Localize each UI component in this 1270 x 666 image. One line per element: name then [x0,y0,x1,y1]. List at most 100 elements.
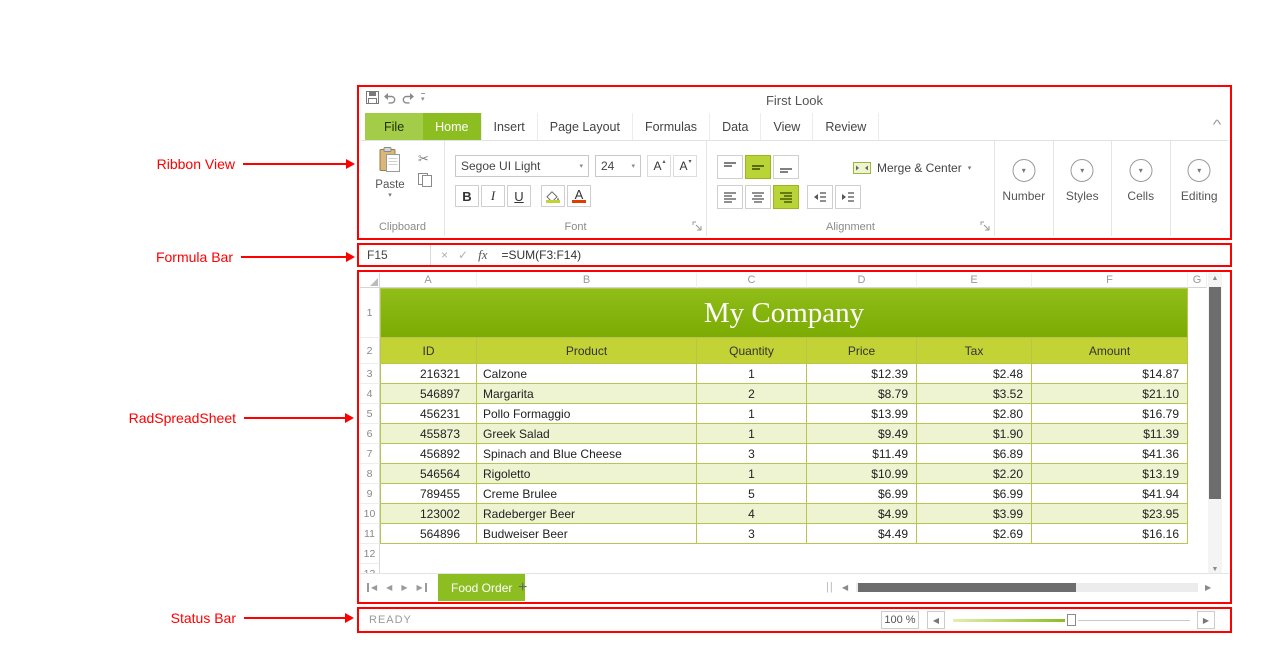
data-cell[interactable]: $12.39 [807,364,917,384]
enter-entry-icon[interactable]: ✓ [458,248,468,262]
alignment-dialog-launcher-icon[interactable] [980,221,990,231]
header-cell-amount[interactable]: Amount [1032,338,1188,364]
row-header-11[interactable]: 11 [360,524,380,544]
fill-color-button[interactable] [541,185,565,207]
column-header-f[interactable]: F [1032,273,1188,288]
next-sheet-icon[interactable]: ▶ [401,583,407,592]
font-color-button[interactable]: A [567,185,591,207]
data-cell[interactable]: $41.94 [1032,484,1188,504]
previous-sheet-icon[interactable]: ◀ [386,583,392,592]
data-cell[interactable]: $6.99 [917,484,1032,504]
data-cell[interactable]: 456231 [380,404,477,424]
zoom-slider-track-empty[interactable] [1078,620,1190,621]
row-header-7[interactable]: 7 [360,444,380,464]
scroll-left-icon[interactable]: ◀ [842,583,848,592]
data-cell[interactable]: 546564 [380,464,477,484]
data-cell[interactable]: 123002 [380,504,477,524]
font-family-combobox[interactable]: Segoe UI Light ▾ [455,155,589,177]
data-cell[interactable]: 1 [697,404,807,424]
splitter-grip-icon[interactable]: || [826,581,834,593]
cut-icon[interactable]: ✂ [418,151,429,167]
first-sheet-icon[interactable]: ◀ [367,583,377,592]
company-title-cell[interactable]: My Company [380,288,1188,338]
zoom-slider-track-filled[interactable] [953,619,1065,622]
decrease-indent-button[interactable] [807,185,833,209]
name-box[interactable]: F15 [359,245,431,265]
column-header-e[interactable]: E [917,273,1032,288]
tab-file[interactable]: File [365,113,423,140]
header-cell-quantity[interactable]: Quantity [697,338,807,364]
zoom-in-button[interactable]: ▶ [1197,611,1215,629]
row-header-9[interactable]: 9 [360,484,380,504]
data-cell[interactable]: Pollo Formaggio [477,404,697,424]
tab-data[interactable]: Data [710,113,761,140]
data-cell[interactable]: $13.99 [807,404,917,424]
collapsed-group-dropdown-icon[interactable]: ▾ [1129,159,1152,182]
data-cell[interactable]: Radeberger Beer [477,504,697,524]
data-cell[interactable]: 3 [697,444,807,464]
column-header-b[interactable]: B [477,273,697,288]
scroll-up-icon[interactable]: ▲ [1208,275,1222,282]
row-header-6[interactable]: 6 [360,424,380,444]
scroll-down-icon[interactable]: ▼ [1208,566,1222,573]
data-cell[interactable]: Calzone [477,364,697,384]
row-header-10[interactable]: 10 [360,504,380,524]
header-cell-product[interactable]: Product [477,338,697,364]
data-cell[interactable]: $41.36 [1032,444,1188,464]
data-cell[interactable]: Greek Salad [477,424,697,444]
shrink-font-button[interactable]: A▾ [673,155,697,177]
data-cell[interactable]: Spinach and Blue Cheese [477,444,697,464]
data-cell[interactable]: $6.89 [917,444,1032,464]
font-dialog-launcher-icon[interactable] [692,221,702,231]
column-header-g[interactable]: G [1188,273,1207,288]
sheet-tab-food-order[interactable]: Food Order [438,574,525,601]
vertical-scrollbar[interactable]: ▲ ▼ [1208,273,1222,575]
column-header-d[interactable]: D [807,273,917,288]
data-cell[interactable]: 1 [697,424,807,444]
horizontal-scrollbar[interactable] [856,583,1198,592]
bold-button[interactable]: B [455,185,479,207]
grow-font-button[interactable]: A▴ [647,155,671,177]
align-middle-button[interactable] [745,155,771,179]
data-cell[interactable]: 455873 [380,424,477,444]
last-sheet-icon[interactable]: ▶ [416,583,426,592]
italic-button[interactable]: I [481,185,505,207]
data-cell[interactable]: $16.79 [1032,404,1188,424]
scroll-right-icon[interactable]: ▶ [1205,583,1211,592]
row-header-1[interactable]: 1 [360,288,380,338]
data-cell[interactable]: $2.80 [917,404,1032,424]
tab-page-layout[interactable]: Page Layout [538,113,633,140]
zoom-out-button[interactable]: ◀ [927,611,945,629]
data-cell[interactable]: $14.87 [1032,364,1188,384]
row-header-2[interactable]: 2 [360,338,380,364]
data-cell[interactable]: $16.16 [1032,524,1188,544]
data-cell[interactable]: $1.90 [917,424,1032,444]
data-cell[interactable]: 216321 [380,364,477,384]
row-header-4[interactable]: 4 [360,384,380,404]
add-sheet-button[interactable]: + [518,574,527,601]
formula-input[interactable]: =SUM(F3:F14) [501,248,581,262]
data-cell[interactable]: 789455 [380,484,477,504]
row-header-5[interactable]: 5 [360,404,380,424]
column-header-a[interactable]: A [380,273,477,288]
copy-icon[interactable] [418,173,432,192]
data-cell[interactable]: $13.19 [1032,464,1188,484]
zoom-percentage[interactable]: 100 % [881,611,919,629]
merge-center-button[interactable]: Merge & Center ▾ [853,157,971,179]
collapse-ribbon-icon[interactable]: ^ [1213,117,1222,132]
data-cell[interactable]: $2.20 [917,464,1032,484]
data-cell[interactable]: $23.95 [1032,504,1188,524]
collapsed-group-dropdown-icon[interactable]: ▾ [1012,159,1035,182]
cancel-entry-icon[interactable]: × [441,248,448,262]
tab-home[interactable]: Home [423,113,481,140]
data-cell[interactable]: $8.79 [807,384,917,404]
row-header-3[interactable]: 3 [360,364,380,384]
align-top-button[interactable] [717,155,743,179]
data-cell[interactable]: $2.48 [917,364,1032,384]
data-cell[interactable]: $4.49 [807,524,917,544]
tab-view[interactable]: View [761,113,813,140]
data-cell[interactable]: 3 [697,524,807,544]
tab-formulas[interactable]: Formulas [633,113,710,140]
increase-indent-button[interactable] [835,185,861,209]
font-size-combobox[interactable]: 24 ▾ [595,155,641,177]
